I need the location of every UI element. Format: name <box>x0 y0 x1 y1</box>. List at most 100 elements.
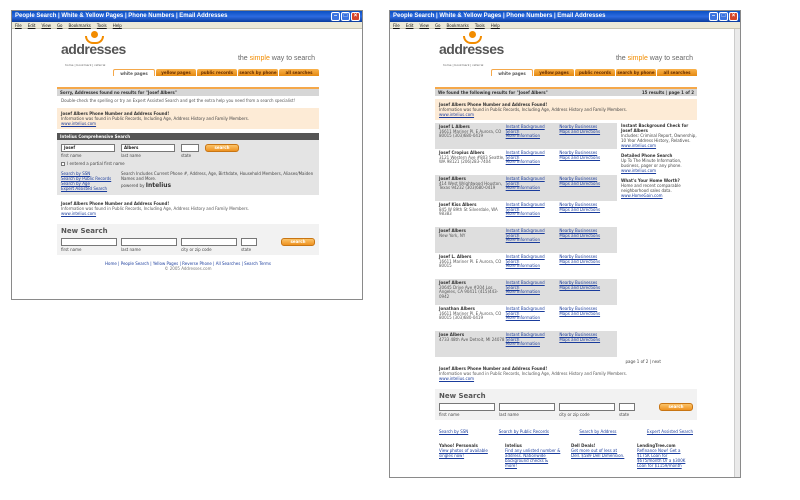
menu-go[interactable]: Go <box>435 22 441 28</box>
maximize-icon[interactable]: □ <box>341 12 350 21</box>
link-expert-search[interactable]: Expert Assisted Search <box>61 186 113 191</box>
ns-state-select[interactable] <box>619 403 635 411</box>
ns-state-select[interactable] <box>241 238 257 246</box>
more-info-link[interactable]: More Information <box>506 342 560 347</box>
last-name-input[interactable]: Albers <box>121 144 175 152</box>
more-info-link[interactable]: More Information <box>506 238 560 243</box>
maps-directions-link[interactable]: Maps and Directions <box>559 259 613 265</box>
menu-view[interactable]: View <box>41 22 51 28</box>
maps-directions-link[interactable]: Maps and Directions <box>559 207 613 213</box>
more-info-link[interactable]: More Information <box>506 264 560 269</box>
promo-link[interactable]: www.intelius.com <box>61 121 96 126</box>
first-name-label: first name <box>61 153 82 158</box>
maps-directions-link[interactable]: Maps and Directions <box>559 285 613 291</box>
maps-directions-link[interactable]: Maps and Directions <box>559 233 613 239</box>
ad-text[interactable]: Refinance Now! Get a $175K Loan for $675… <box>637 448 685 468</box>
tab-white-pages[interactable]: white pages <box>113 69 155 76</box>
site-logo[interactable]: addresses <box>439 31 504 57</box>
logo-links[interactable]: home | bookmark | referral <box>65 63 105 67</box>
promo2-link[interactable]: www.intelius.com <box>439 376 474 381</box>
close-icon[interactable]: × <box>351 12 360 21</box>
title-bar: People Search | White & Yellow Pages | P… <box>12 11 362 22</box>
tab-search-by-phone[interactable]: search by phone <box>616 69 656 76</box>
side3-link[interactable]: www.HomeGain.com <box>621 193 663 198</box>
promo-link[interactable]: www.intelius.com <box>439 112 474 117</box>
ns-first-name-input[interactable] <box>61 238 117 246</box>
ad-yahoo[interactable]: Yahoo! Personals View photos of available… <box>439 443 495 468</box>
tab-all-searches[interactable]: all searches <box>279 69 319 76</box>
ns-search-button[interactable]: search <box>281 238 315 246</box>
ns-last-name-input[interactable] <box>499 403 555 411</box>
promo2-link[interactable]: www.intelius.com <box>61 211 96 216</box>
maximize-icon[interactable]: □ <box>719 12 728 21</box>
result-address: 4733 48th Ave Detroit, MI 24078 <box>439 336 505 342</box>
menu-bookmarks[interactable]: Bookmarks <box>69 22 91 28</box>
maps-directions-link[interactable]: Maps and Directions <box>559 337 613 343</box>
search-button[interactable]: search <box>205 144 239 152</box>
result-row: Josef L. Albers 16611 Mariner Pl. E Auror… <box>435 253 617 279</box>
tab-public-records[interactable]: public records <box>197 69 237 76</box>
maps-directions-link[interactable]: Maps and Directions <box>559 311 613 317</box>
link-public-records[interactable]: Search by Public Records <box>499 429 549 434</box>
promo-block-2: Josef Albers Phone Number and Address Fo… <box>57 199 319 218</box>
ns-city-input[interactable] <box>181 238 237 246</box>
more-info-link[interactable]: More Information <box>506 160 560 165</box>
more-info-link[interactable]: More Information <box>506 290 560 295</box>
menu-file[interactable]: File <box>393 22 400 28</box>
maps-directions-link[interactable]: Maps and Directions <box>559 129 613 135</box>
minimize-icon[interactable]: – <box>709 12 718 21</box>
side1-title[interactable]: Instant Background Check for Josef Alber… <box>621 123 688 133</box>
menu-tools[interactable]: Tools <box>97 22 107 28</box>
pager[interactable]: page 1 of 2 | next <box>435 357 697 364</box>
results-bar: We found the following results for "Jose… <box>435 89 697 96</box>
ns-city-input[interactable] <box>559 403 615 411</box>
menu-help[interactable]: Help <box>491 22 500 28</box>
first-name-input[interactable]: Josef <box>61 144 115 152</box>
ns-first-name-input[interactable] <box>439 403 495 411</box>
results-heading: We found the following results for "Jose… <box>438 90 548 95</box>
tab-yellow-pages[interactable]: yellow pages <box>534 69 574 76</box>
side1-link[interactable]: www.intelius.com <box>621 143 656 148</box>
ns-last-name-input[interactable] <box>121 238 177 246</box>
more-info-link[interactable]: More Information <box>506 316 560 321</box>
ns-search-button[interactable]: search <box>659 403 693 411</box>
more-info-link[interactable]: More Information <box>506 134 560 139</box>
menu-help[interactable]: Help <box>113 22 122 28</box>
menu-view[interactable]: View <box>419 22 429 28</box>
tab-all-searches[interactable]: all searches <box>657 69 697 76</box>
maps-directions-link[interactable]: Maps and Directions <box>559 181 613 187</box>
more-info-link[interactable]: More Information <box>506 186 560 191</box>
minimize-icon[interactable]: – <box>331 12 340 21</box>
link-search-ssn[interactable]: Search by SSN <box>439 429 468 434</box>
tab-search-by-phone[interactable]: search by phone <box>238 69 278 76</box>
menu-edit[interactable]: Edit <box>406 22 414 28</box>
side2-link[interactable]: www.intelius.com <box>621 168 656 173</box>
result-address: New York, NY <box>439 232 466 238</box>
state-select[interactable] <box>181 144 199 152</box>
tab-public-records[interactable]: public records <box>575 69 615 76</box>
menu-file[interactable]: File <box>15 22 22 28</box>
link-search-address[interactable]: Search by Address <box>579 429 616 434</box>
tab-white-pages[interactable]: white pages <box>491 69 533 76</box>
ad-intelius[interactable]: Intelius Find any unlisted number & addre… <box>505 443 561 468</box>
site-logo[interactable]: addresses <box>61 31 126 57</box>
scrollbar[interactable] <box>734 29 740 477</box>
result-row: Josef L Albers 16611 Mariner Pl. E Aurora… <box>435 123 617 149</box>
menu-go[interactable]: Go <box>57 22 63 28</box>
ad-text[interactable]: View photos of available singles now! <box>439 448 488 458</box>
logo-links[interactable]: home | bookmark | referral <box>443 63 483 67</box>
menu-bookmarks[interactable]: Bookmarks <box>447 22 469 28</box>
more-info-link[interactable]: More Information <box>506 212 560 217</box>
ad-lendingtree[interactable]: LendingTree.com Refinance Now! Get a $175… <box>637 443 693 468</box>
partial-name-checkbox[interactable] <box>61 161 65 166</box>
maps-directions-link[interactable]: Maps and Directions <box>559 155 613 161</box>
ad-dell[interactable]: Dell Deals! Get more out of less at Dell.… <box>571 443 627 468</box>
ad-text[interactable]: Find any unlisted number & address. Nati… <box>505 448 560 468</box>
tab-yellow-pages[interactable]: yellow pages <box>156 69 196 76</box>
new-search-title: New Search <box>61 227 108 235</box>
close-icon[interactable]: × <box>729 12 738 21</box>
ad-text[interactable]: Get more out of less at Dell. $589 Dell … <box>571 448 624 458</box>
menu-tools[interactable]: Tools <box>475 22 485 28</box>
menu-edit[interactable]: Edit <box>28 22 36 28</box>
link-expert-search[interactable]: Expert Assisted Search <box>647 429 693 434</box>
